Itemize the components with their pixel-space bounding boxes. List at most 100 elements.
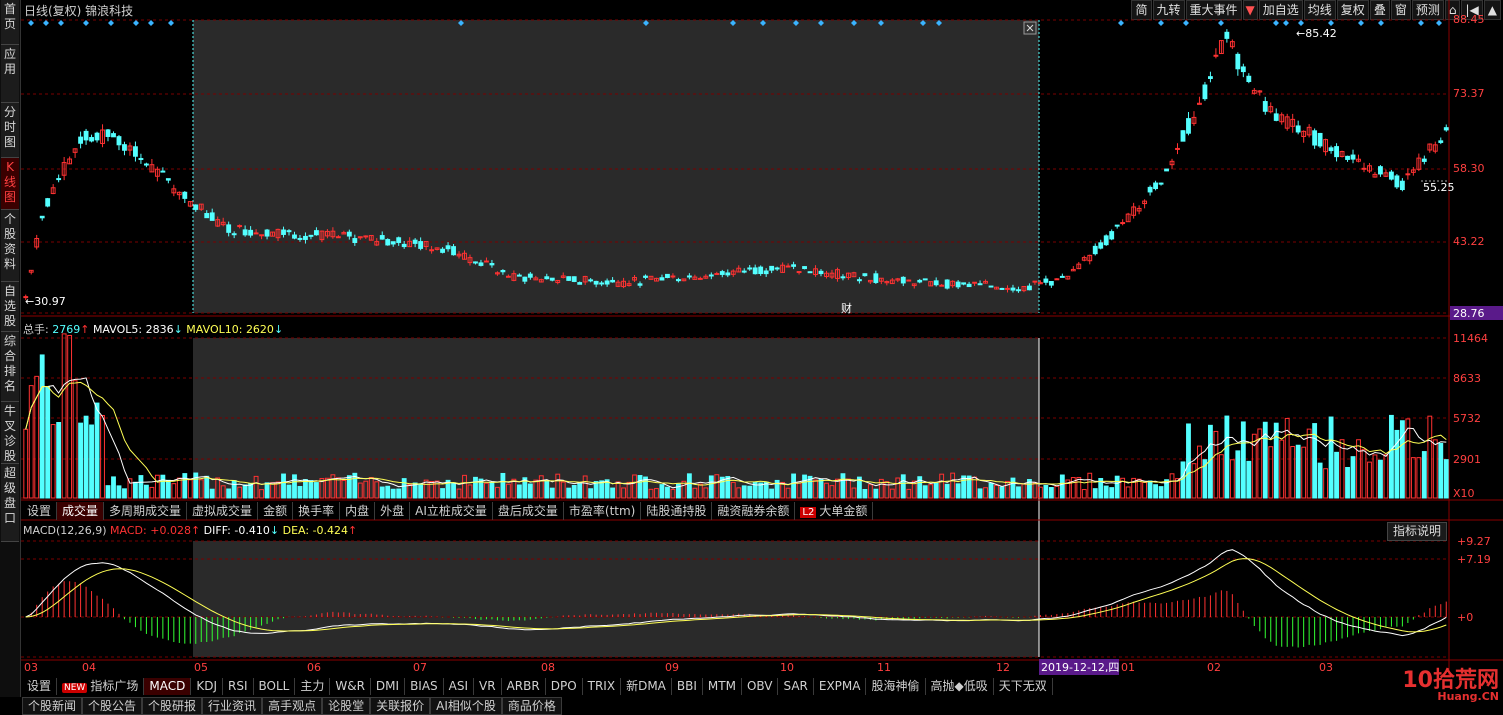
bottom-tab-0[interactable]: 个股新闻: [22, 697, 83, 715]
event-diamond-icon: [168, 20, 174, 26]
event-diamond-icon: [1328, 20, 1334, 26]
sidebar-tab-1[interactable]: 应 用: [1, 45, 19, 103]
candle-body: [473, 261, 478, 264]
indicator-tab-0[interactable]: 设置: [22, 678, 58, 695]
volume-tab-1[interactable]: 成交量: [57, 502, 105, 520]
volume-tab-3[interactable]: 虚拟成交量: [187, 502, 259, 520]
volume-bar: [23, 428, 29, 499]
indicator-tab-11[interactable]: VR: [474, 678, 502, 695]
indicator-tab-7[interactable]: W&R: [330, 678, 371, 695]
volume-bar: [566, 487, 572, 499]
stock-chart[interactable]: 88.45 73.37 58.30 43.22 28.76 11464 8633 5732 29…: [21, 0, 1503, 697]
candle-body: [1262, 101, 1268, 112]
indicator-tab-3[interactable]: KDJ: [191, 678, 223, 695]
indicator-tab-5[interactable]: BOLL: [254, 678, 296, 695]
volume-bar: [1054, 485, 1060, 499]
indicator-tab-18[interactable]: OBV: [742, 678, 779, 695]
candle-body: [143, 163, 149, 166]
indicator-tab-21[interactable]: 股海神偷: [866, 678, 926, 695]
volume-bar: [549, 487, 555, 499]
volume-tab-4[interactable]: 金额: [258, 502, 294, 520]
candle-body: [385, 239, 391, 246]
indicator-tab-9[interactable]: BIAS: [405, 678, 444, 695]
indicator-tab-4[interactable]: RSI: [223, 678, 254, 695]
event-diamond-icon: [1358, 20, 1364, 26]
bottom-tab-1[interactable]: 个股公告: [82, 697, 143, 715]
sidebar-tab-8[interactable]: 超 级 盘 口: [1, 464, 19, 542]
indicator-tab-23[interactable]: 天下无双: [994, 678, 1053, 695]
bottom-tab-2[interactable]: 个股研报: [142, 697, 203, 715]
candle-body: [1273, 113, 1279, 121]
volume-tab-0[interactable]: 设置: [22, 502, 58, 520]
candle-body: [802, 266, 807, 270]
sidebar-tab-6[interactable]: 综 合 排 名: [1, 332, 19, 402]
candle-body: [1224, 31, 1230, 39]
candle-body: [637, 283, 643, 286]
volume-tab-9[interactable]: 盘后成交量: [493, 502, 564, 520]
volume-bar: [1361, 448, 1367, 499]
candle-body: [933, 280, 939, 286]
indicator-tab-1[interactable]: NEW 指标广场: [57, 678, 145, 695]
indicator-tab-14[interactable]: TRIX: [583, 678, 622, 695]
candle-body: [571, 276, 577, 282]
candle-body: [758, 266, 764, 275]
bottom-tab-6[interactable]: 关联报价: [370, 697, 431, 715]
candle-body: [966, 283, 972, 288]
diff-label: DIFF:: [203, 524, 231, 537]
volume-tab-5[interactable]: 换手率: [293, 502, 341, 520]
volume-bar: [1438, 442, 1444, 499]
candle-body: [1032, 280, 1038, 283]
candle-body: [314, 230, 319, 236]
volume-tab-2[interactable]: 多周期成交量: [104, 502, 188, 520]
macd-value: +0.028: [150, 524, 191, 537]
indicator-tab-10[interactable]: ASI: [444, 678, 475, 695]
indicator-tab-17[interactable]: MTM: [703, 678, 742, 695]
indicator-tab-22[interactable]: 高抛◆低吸: [926, 678, 994, 695]
bottom-tab-3[interactable]: 行业资讯: [202, 697, 263, 715]
candle-body: [725, 272, 731, 276]
indicator-tab-19[interactable]: SAR: [778, 678, 814, 695]
candle-body: [78, 136, 84, 144]
bottom-tab-8[interactable]: 商品价格: [501, 697, 562, 715]
sidebar-tab-5[interactable]: 自 选 股: [1, 282, 19, 332]
volume-tab-6[interactable]: 内盘: [340, 502, 376, 520]
sidebar-tab-3[interactable]: K 线 图: [1, 158, 19, 210]
indicator-tab-20[interactable]: EXPMA: [814, 678, 867, 695]
event-diamond-icon: [1378, 20, 1384, 26]
candle-body: [231, 233, 237, 236]
sidebar-tab-4[interactable]: 个 股 资 料: [1, 210, 19, 282]
indicator-tab-2[interactable]: MACD: [144, 678, 192, 695]
volume-bar: [1246, 460, 1252, 499]
indicator-tab-8[interactable]: DMI: [371, 678, 406, 695]
volume-bar: [1191, 463, 1197, 499]
volume-tab-8[interactable]: AI立桩成交量: [410, 502, 493, 520]
sidebar-tab-2[interactable]: 分 时 图: [1, 103, 19, 158]
indicator-tab-13[interactable]: DPO: [546, 678, 583, 695]
volume-bar: [116, 485, 122, 499]
bottom-tab-5[interactable]: 论股堂: [322, 697, 371, 715]
bottom-tab-7[interactable]: AI相似个股: [430, 697, 502, 715]
volume-tab-10[interactable]: 市盈率(ttm): [564, 502, 642, 520]
indicator-tab-6[interactable]: 主力: [295, 678, 331, 695]
sidebar-tab-0[interactable]: 首 页: [1, 0, 19, 45]
volume-bar: [1016, 486, 1021, 499]
candle-body: [451, 246, 456, 256]
volume-tab-12[interactable]: 融资融券余额: [712, 502, 796, 520]
indicator-help-button[interactable]: 指标说明: [1387, 522, 1448, 541]
volume-tab-11[interactable]: 陆股通持股: [641, 502, 713, 520]
volume-bar: [1043, 484, 1049, 499]
sidebar-tab-7[interactable]: 牛 叉 诊 股: [1, 402, 19, 464]
indicator-tab-12[interactable]: ARBR: [502, 678, 546, 695]
volume-bar: [1378, 459, 1383, 499]
bottom-tab-4[interactable]: 高手观点: [262, 697, 323, 715]
indicator-tab-16[interactable]: BBI: [672, 678, 703, 695]
candle-body: [111, 133, 116, 138]
volume-bar: [89, 424, 94, 499]
volume-bar: [61, 333, 67, 499]
volume-tab-13[interactable]: L2 大单金额: [795, 502, 874, 520]
candle-body: [1180, 130, 1186, 142]
volume-tab-7[interactable]: 外盘: [375, 502, 411, 520]
volume-bar: [385, 485, 391, 499]
indicator-tab-15[interactable]: 新DMA: [621, 678, 672, 695]
candle-body: [1405, 173, 1411, 176]
